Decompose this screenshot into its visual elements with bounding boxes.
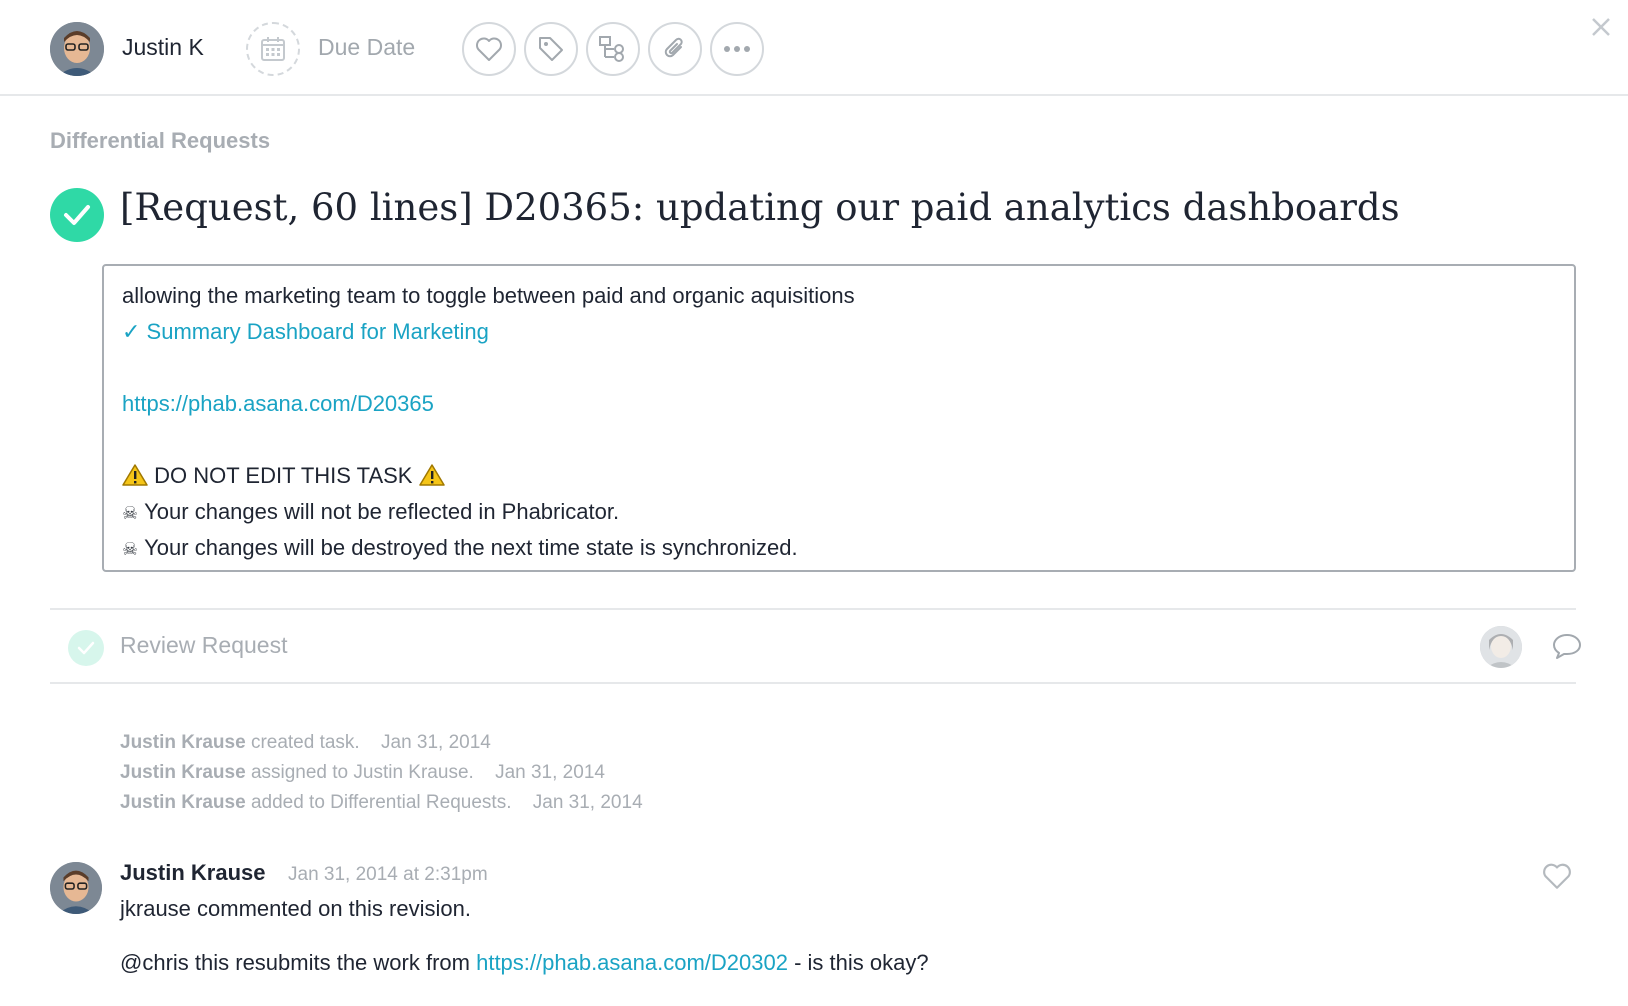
comment-like-button[interactable] xyxy=(1542,862,1572,895)
subtask-assignee-avatar[interactable] xyxy=(1480,626,1522,668)
story-item: Justin Krause added to Differential Requ… xyxy=(120,788,643,818)
project-breadcrumb[interactable]: Differential Requests xyxy=(50,128,270,154)
more-icon xyxy=(724,46,750,52)
story-item: Justin Krause assigned to Justin Krause.… xyxy=(120,758,643,788)
subtasks-button[interactable] xyxy=(586,22,640,76)
note-text: Your changes will be destroyed the next … xyxy=(144,535,798,560)
story-actor[interactable]: Justin Krause xyxy=(120,732,246,753)
story-date: Jan 31, 2014 xyxy=(532,792,643,813)
assignee-avatar[interactable] xyxy=(50,22,104,76)
revision-url-link[interactable]: https://phab.asana.com/D20365 xyxy=(122,391,434,416)
avatar-image xyxy=(1480,626,1522,668)
description-text: allowing the marketing team to toggle be… xyxy=(122,283,855,308)
story-action: added to Differential Requests. xyxy=(250,792,512,813)
close-button[interactable] xyxy=(1584,10,1618,44)
note-text: Your changes will not be reflected in Ph… xyxy=(144,499,620,524)
story-action: created task. xyxy=(250,732,360,753)
check-icon xyxy=(64,205,90,225)
warning-text: DO NOT EDIT THIS TASK xyxy=(154,463,413,488)
skull-icon: ☠ xyxy=(122,503,139,524)
heart-icon xyxy=(1543,863,1571,889)
like-button[interactable] xyxy=(462,22,516,76)
subtasks-icon xyxy=(599,36,624,62)
warning-icon xyxy=(122,462,148,498)
warning-icon xyxy=(418,462,445,498)
close-icon xyxy=(1592,18,1610,36)
skull-icon: ☠ xyxy=(122,539,139,560)
comment-icon[interactable] xyxy=(1552,632,1582,665)
tag-icon xyxy=(539,37,563,61)
story-item: Justin Krause created task. Jan 31, 2014 xyxy=(120,728,643,758)
warning-line: DO NOT EDIT THIS TASK xyxy=(122,458,1556,494)
assignee-name[interactable]: Justin K xyxy=(122,34,204,61)
comment-text: jkrause commented on this revision. xyxy=(120,896,471,921)
comment-timestamp[interactable]: Jan 31, 2014 at 2:31pm xyxy=(288,864,488,886)
activity-feed: Justin Krause created task. Jan 31, 2014… xyxy=(120,728,643,818)
heart-icon xyxy=(476,37,502,61)
subtask-row[interactable]: Review Request xyxy=(50,608,1581,684)
story-actor[interactable]: Justin Krause xyxy=(120,792,246,813)
due-date-button[interactable]: Due Date xyxy=(318,34,415,61)
subtask-complete-button[interactable] xyxy=(68,630,104,666)
comment-text: @chris this resubmits the work from http… xyxy=(120,950,929,976)
task-complete-button[interactable] xyxy=(50,188,104,242)
story-action: assigned to Justin Krause. xyxy=(250,762,474,783)
calendar-icon[interactable] xyxy=(246,22,300,76)
task-description[interactable]: allowing the marketing team to toggle be… xyxy=(102,264,1576,572)
story-actor[interactable]: Justin Krause xyxy=(120,762,246,783)
check-icon xyxy=(77,641,95,655)
more-actions-button[interactable] xyxy=(710,22,764,76)
attachment-icon xyxy=(664,37,683,58)
comment-revision-link[interactable]: https://phab.asana.com/D20302 xyxy=(476,950,788,975)
subtask-name[interactable]: Review Request xyxy=(120,632,287,659)
task-toolbar: Justin K Due Date xyxy=(0,0,1628,96)
comment-author[interactable]: Justin Krause xyxy=(120,860,266,886)
task-title[interactable]: [Request, 60 lines] D20365: updating our… xyxy=(120,186,1400,229)
story-date: Jan 31, 2014 xyxy=(495,762,605,783)
comment-author-avatar[interactable] xyxy=(50,862,102,914)
avatar-image xyxy=(50,22,104,76)
story-date: Jan 31, 2014 xyxy=(381,732,491,753)
attach-button[interactable] xyxy=(648,22,702,76)
linked-task-link[interactable]: ✓ Summary Dashboard for Marketing xyxy=(122,319,489,344)
comment-text-prefix: @chris this resubmits the work from xyxy=(120,950,477,975)
avatar-image xyxy=(50,862,102,914)
comment-text-suffix: - is this okay? xyxy=(787,950,929,975)
tags-button[interactable] xyxy=(524,22,578,76)
